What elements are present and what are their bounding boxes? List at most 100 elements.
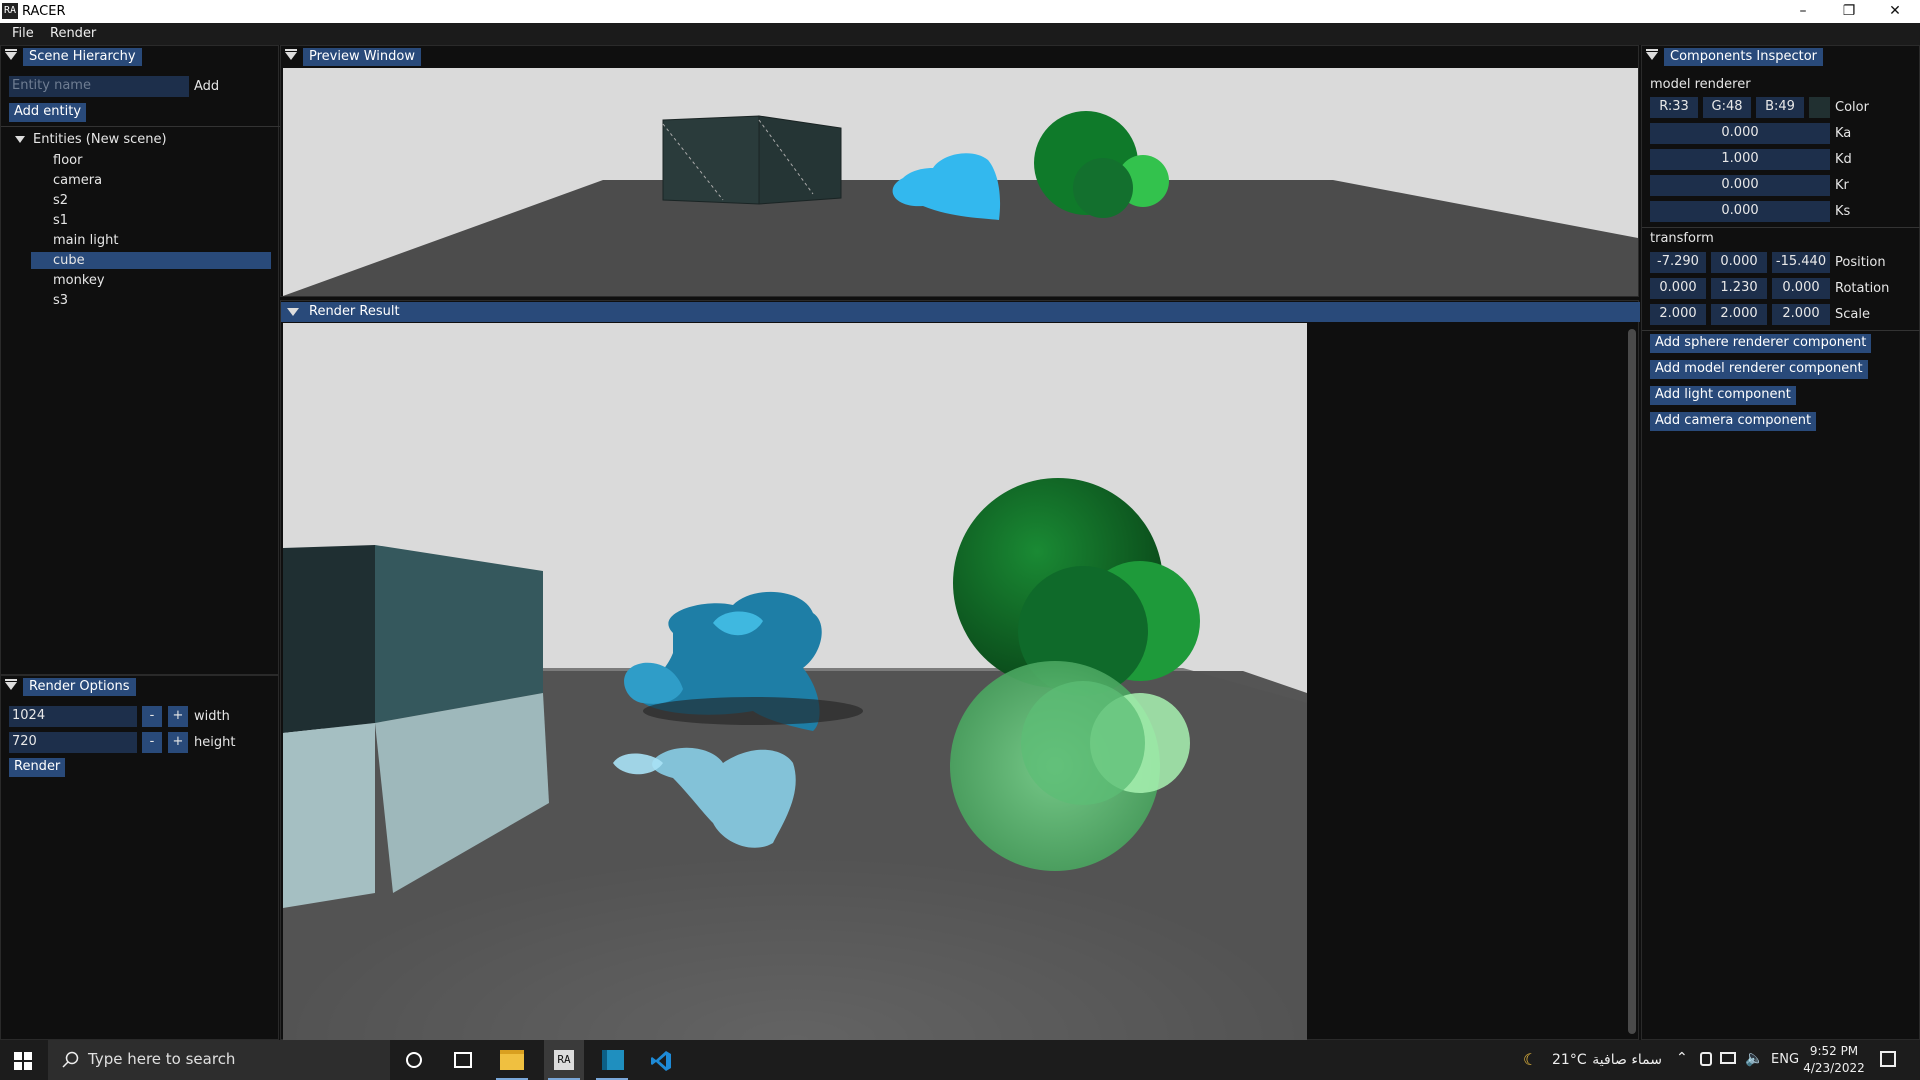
chevron-up-icon[interactable]: ⌃ [1676, 1050, 1688, 1066]
clock-time[interactable]: 9:52 PM [1806, 1044, 1862, 1058]
scale-z-field[interactable]: 2.000 [1772, 304, 1830, 325]
editor-app-icon[interactable] [602, 1050, 624, 1070]
render-options-panel: Render Options 1024 - + width 720 - + he… [0, 675, 279, 1040]
task-view-icon[interactable] [454, 1052, 472, 1068]
height-input[interactable]: 720 [9, 732, 137, 753]
collapse-icon[interactable] [285, 49, 297, 60]
meet-now-icon[interactable] [1700, 1052, 1712, 1066]
add-entity-button[interactable]: Add entity [9, 103, 87, 122]
scale-y-field[interactable]: 2.000 [1711, 304, 1767, 325]
taskbar: Type here to search RA ☾ 21°C سماء صافية… [0, 1040, 1920, 1080]
entity-item-s3[interactable]: s3 [53, 293, 68, 308]
divider [1, 126, 280, 127]
preview-viewport[interactable] [283, 68, 1638, 296]
windows-icon [14, 1052, 32, 1070]
restore-button[interactable]: ❐ [1826, 0, 1872, 23]
preview-window-header[interactable]: Preview Window [281, 47, 1640, 67]
scene-hierarchy-panel: Scene Hierarchy Entity name Add Add enti… [0, 45, 280, 675]
add-light-component-button[interactable]: Add light component [1650, 386, 1796, 405]
collapse-icon[interactable] [287, 308, 299, 316]
add-sphere-renderer-button[interactable]: Add sphere renderer component [1650, 334, 1872, 353]
file-explorer-icon[interactable] [500, 1050, 524, 1070]
entity-item-s1[interactable]: s1 [53, 213, 68, 228]
minimize-button[interactable]: – [1780, 0, 1826, 23]
ka-field[interactable]: 0.000 [1650, 123, 1830, 144]
components-inspector-panel: Components Inspector model renderer R:33… [1641, 45, 1920, 1040]
collapse-icon[interactable] [5, 49, 17, 60]
search-placeholder: Type here to search [88, 1050, 236, 1068]
width-decrement-button[interactable]: - [142, 706, 162, 727]
width-label: width [194, 709, 230, 724]
kd-field[interactable]: 1.000 [1650, 149, 1830, 170]
color-b-field[interactable]: B:49 [1756, 97, 1804, 118]
preview-window-panel: Preview Window [280, 45, 1639, 297]
entity-item-monkey[interactable]: monkey [53, 273, 105, 288]
entity-item-main-light[interactable]: main light [53, 233, 118, 248]
volume-icon[interactable]: 🔈 [1745, 1049, 1764, 1067]
kd-label: Kd [1835, 152, 1852, 167]
render-result-scrollbar[interactable] [1628, 329, 1636, 1034]
color-r-field[interactable]: R:33 [1650, 97, 1698, 118]
taskbar-search-box[interactable]: Type here to search [48, 1040, 390, 1080]
network-icon[interactable] [1720, 1052, 1736, 1064]
components-inspector-header[interactable]: Components Inspector [1642, 47, 1920, 67]
entity-name-input[interactable]: Entity name [9, 76, 189, 97]
width-increment-button[interactable]: + [168, 706, 188, 727]
add-model-renderer-button[interactable]: Add model renderer component [1650, 360, 1868, 379]
scale-x-field[interactable]: 2.000 [1650, 304, 1706, 325]
color-label: Color [1835, 100, 1869, 115]
scene-hierarchy-header[interactable]: Scene Hierarchy [1, 47, 280, 67]
collapse-icon[interactable] [1646, 49, 1658, 60]
position-z-field[interactable]: -15.440 [1772, 252, 1830, 273]
height-increment-button[interactable]: + [168, 732, 188, 753]
model-renderer-label: model renderer [1650, 77, 1751, 92]
scene-hierarchy-title: Scene Hierarchy [23, 48, 142, 66]
window-title: RACER [22, 4, 66, 19]
position-x-field[interactable]: -7.290 [1650, 252, 1706, 273]
title-bar: RA RACER – ❐ ✕ [0, 0, 1920, 23]
cortana-icon[interactable] [406, 1052, 422, 1068]
close-button[interactable]: ✕ [1872, 0, 1918, 23]
menu-file[interactable]: File [12, 26, 34, 41]
start-button[interactable] [14, 1052, 32, 1074]
collapse-icon[interactable] [5, 679, 17, 690]
render-result-panel: Render Result [280, 300, 1640, 1040]
rotation-z-field[interactable]: 0.000 [1772, 278, 1830, 299]
width-input[interactable]: 1024 [9, 706, 137, 727]
app-logo-icon: RA [2, 3, 18, 19]
entity-item-s2[interactable]: s2 [53, 193, 68, 208]
entities-root[interactable]: Entities (New scene) [33, 132, 167, 147]
position-y-field[interactable]: 0.000 [1711, 252, 1767, 273]
weather-description[interactable]: سماء صافية [1582, 1052, 1662, 1068]
render-result-title: Render Result [309, 304, 400, 319]
height-label: height [194, 735, 236, 750]
preview-window-title: Preview Window [303, 48, 421, 66]
position-label: Position [1835, 255, 1886, 270]
menu-render[interactable]: Render [50, 26, 96, 41]
menu-bar: File Render [0, 23, 1920, 45]
render-options-header[interactable]: Render Options [1, 677, 280, 697]
language-indicator[interactable]: ENG [1771, 1052, 1799, 1067]
ks-field[interactable]: 0.000 [1650, 201, 1830, 222]
add-camera-component-button[interactable]: Add camera component [1650, 412, 1817, 431]
moon-weather-icon: ☾ [1523, 1050, 1538, 1069]
render-button[interactable]: Render [9, 758, 66, 777]
render-result-header[interactable]: Render Result [281, 302, 1640, 322]
tree-expand-icon[interactable] [15, 136, 25, 143]
racer-taskbar-item[interactable]: RA [544, 1040, 584, 1080]
add-label: Add [194, 79, 220, 94]
clock-date[interactable]: 4/23/2022 [1802, 1061, 1866, 1075]
rotation-y-field[interactable]: 1.230 [1711, 278, 1767, 299]
entity-item-cube[interactable]: cube [53, 253, 85, 268]
notifications-icon[interactable] [1880, 1051, 1896, 1067]
entity-item-camera[interactable]: camera [53, 173, 102, 188]
ka-label: Ka [1835, 126, 1852, 141]
divider [1642, 330, 1920, 331]
entity-item-floor[interactable]: floor [53, 153, 82, 168]
color-swatch[interactable] [1809, 97, 1830, 118]
height-decrement-button[interactable]: - [142, 732, 162, 753]
vscode-icon[interactable] [650, 1050, 672, 1072]
color-g-field[interactable]: G:48 [1703, 97, 1751, 118]
kr-field[interactable]: 0.000 [1650, 175, 1830, 196]
rotation-x-field[interactable]: 0.000 [1650, 278, 1706, 299]
